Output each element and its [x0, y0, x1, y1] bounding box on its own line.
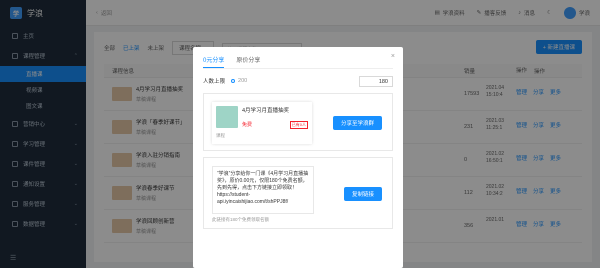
share-help-text: 此链接有180个免费领取名额: [212, 217, 270, 222]
card-price: 免费: [242, 122, 253, 128]
share-tabs: 0元分享 原价分享: [203, 55, 393, 69]
course-share-card: 4月学习月直播抽奖 免费 已有0人: [212, 102, 312, 144]
tab-free-share[interactable]: 0元分享: [203, 55, 225, 68]
people-limit: 人数上限 200 180: [203, 75, 393, 87]
card-caption: 课程: [216, 133, 225, 138]
people-limit-label: 人数上限: [203, 79, 226, 85]
tab-original-share[interactable]: 原价分享: [236, 55, 260, 68]
card-thumbnail: [216, 106, 238, 128]
people-limit-input[interactable]: 180: [359, 75, 393, 87]
share-link-box: “学浪”分享给你一门课《4月学习月直播抽奖》，原价0.00元，仅限180个免费名…: [203, 157, 393, 229]
slider-handle[interactable]: [231, 79, 236, 83]
copy-link-button[interactable]: 复制链接: [343, 187, 382, 201]
card-title: 4月学习月直播抽奖: [242, 108, 290, 114]
close-icon[interactable]: ×: [391, 53, 395, 60]
share-text[interactable]: “学浪”分享给你一门课《4月学习月直播抽奖》，原价0.00元，仅限180个免费名…: [212, 166, 314, 214]
card-tag: 已有0人: [289, 121, 308, 129]
share-card-box: 4月学习月直播抽奖 免费 已有0人 课程 分享至学浪群: [203, 93, 393, 151]
share-modal: × 0元分享 原价分享 人数上限 200 180 4月学习月直播抽奖 免费 已有…: [193, 47, 403, 268]
slider-value: 200: [238, 78, 248, 84]
share-to-group-button[interactable]: 分享至学浪群: [332, 116, 382, 130]
people-slider[interactable]: 200: [231, 78, 353, 84]
